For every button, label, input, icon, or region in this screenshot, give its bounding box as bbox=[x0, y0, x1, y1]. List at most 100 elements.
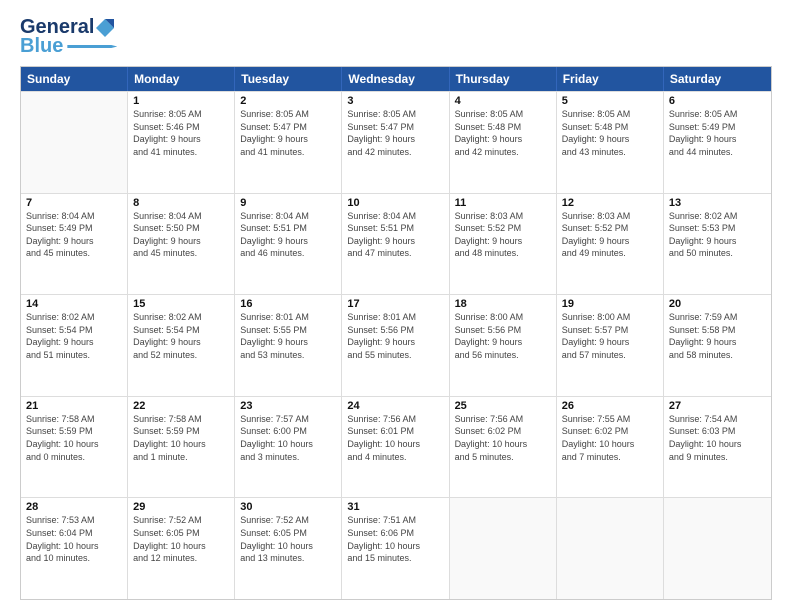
day-cell-10: 10Sunrise: 8:04 AM Sunset: 5:51 PM Dayli… bbox=[342, 194, 449, 295]
day-info: Sunrise: 8:04 AM Sunset: 5:49 PM Dayligh… bbox=[26, 210, 122, 260]
day-info: Sunrise: 8:04 AM Sunset: 5:51 PM Dayligh… bbox=[347, 210, 443, 260]
day-cell-20: 20Sunrise: 7:59 AM Sunset: 5:58 PM Dayli… bbox=[664, 295, 771, 396]
day-cell-31: 31Sunrise: 7:51 AM Sunset: 6:06 PM Dayli… bbox=[342, 498, 449, 599]
day-cell-15: 15Sunrise: 8:02 AM Sunset: 5:54 PM Dayli… bbox=[128, 295, 235, 396]
day-number: 20 bbox=[669, 298, 766, 310]
calendar-body: 1Sunrise: 8:05 AM Sunset: 5:46 PM Daylig… bbox=[21, 91, 771, 599]
day-number: 9 bbox=[240, 197, 336, 209]
day-cell-8: 8Sunrise: 8:04 AM Sunset: 5:50 PM Daylig… bbox=[128, 194, 235, 295]
day-number: 22 bbox=[133, 400, 229, 412]
header-cell-saturday: Saturday bbox=[664, 67, 771, 91]
calendar-row-3: 21Sunrise: 7:58 AM Sunset: 5:59 PM Dayli… bbox=[21, 396, 771, 498]
day-number: 4 bbox=[455, 95, 551, 107]
day-info: Sunrise: 8:04 AM Sunset: 5:50 PM Dayligh… bbox=[133, 210, 229, 260]
day-cell-14: 14Sunrise: 8:02 AM Sunset: 5:54 PM Dayli… bbox=[21, 295, 128, 396]
day-info: Sunrise: 7:56 AM Sunset: 6:02 PM Dayligh… bbox=[455, 413, 551, 463]
day-number: 8 bbox=[133, 197, 229, 209]
day-info: Sunrise: 7:51 AM Sunset: 6:06 PM Dayligh… bbox=[347, 514, 443, 564]
day-cell-21: 21Sunrise: 7:58 AM Sunset: 5:59 PM Dayli… bbox=[21, 397, 128, 498]
day-number: 3 bbox=[347, 95, 443, 107]
day-number: 28 bbox=[26, 501, 122, 513]
day-info: Sunrise: 8:02 AM Sunset: 5:53 PM Dayligh… bbox=[669, 210, 766, 260]
day-cell-empty-0-0 bbox=[21, 92, 128, 193]
day-info: Sunrise: 8:05 AM Sunset: 5:48 PM Dayligh… bbox=[562, 108, 658, 158]
calendar-header: SundayMondayTuesdayWednesdayThursdayFrid… bbox=[21, 67, 771, 91]
header-cell-wednesday: Wednesday bbox=[342, 67, 449, 91]
day-info: Sunrise: 7:52 AM Sunset: 6:05 PM Dayligh… bbox=[240, 514, 336, 564]
day-number: 19 bbox=[562, 298, 658, 310]
day-cell-2: 2Sunrise: 8:05 AM Sunset: 5:47 PM Daylig… bbox=[235, 92, 342, 193]
day-info: Sunrise: 8:05 AM Sunset: 5:47 PM Dayligh… bbox=[347, 108, 443, 158]
day-info: Sunrise: 7:56 AM Sunset: 6:01 PM Dayligh… bbox=[347, 413, 443, 463]
day-info: Sunrise: 8:00 AM Sunset: 5:57 PM Dayligh… bbox=[562, 311, 658, 361]
day-number: 24 bbox=[347, 400, 443, 412]
header-cell-tuesday: Tuesday bbox=[235, 67, 342, 91]
day-info: Sunrise: 8:03 AM Sunset: 5:52 PM Dayligh… bbox=[455, 210, 551, 260]
day-info: Sunrise: 7:54 AM Sunset: 6:03 PM Dayligh… bbox=[669, 413, 766, 463]
day-cell-24: 24Sunrise: 7:56 AM Sunset: 6:01 PM Dayli… bbox=[342, 397, 449, 498]
day-cell-29: 29Sunrise: 7:52 AM Sunset: 6:05 PM Dayli… bbox=[128, 498, 235, 599]
day-info: Sunrise: 8:02 AM Sunset: 5:54 PM Dayligh… bbox=[133, 311, 229, 361]
day-cell-empty-4-4 bbox=[450, 498, 557, 599]
day-cell-25: 25Sunrise: 7:56 AM Sunset: 6:02 PM Dayli… bbox=[450, 397, 557, 498]
day-cell-16: 16Sunrise: 8:01 AM Sunset: 5:55 PM Dayli… bbox=[235, 295, 342, 396]
day-cell-13: 13Sunrise: 8:02 AM Sunset: 5:53 PM Dayli… bbox=[664, 194, 771, 295]
day-number: 1 bbox=[133, 95, 229, 107]
day-info: Sunrise: 8:05 AM Sunset: 5:49 PM Dayligh… bbox=[669, 108, 766, 158]
logo: General Blue bbox=[20, 16, 117, 58]
day-cell-26: 26Sunrise: 7:55 AM Sunset: 6:02 PM Dayli… bbox=[557, 397, 664, 498]
logo-blue: Blue bbox=[20, 35, 63, 58]
day-cell-5: 5Sunrise: 8:05 AM Sunset: 5:48 PM Daylig… bbox=[557, 92, 664, 193]
day-info: Sunrise: 7:58 AM Sunset: 5:59 PM Dayligh… bbox=[133, 413, 229, 463]
day-number: 10 bbox=[347, 197, 443, 209]
day-number: 30 bbox=[240, 501, 336, 513]
day-number: 7 bbox=[26, 197, 122, 209]
day-cell-19: 19Sunrise: 8:00 AM Sunset: 5:57 PM Dayli… bbox=[557, 295, 664, 396]
day-info: Sunrise: 7:58 AM Sunset: 5:59 PM Dayligh… bbox=[26, 413, 122, 463]
day-info: Sunrise: 8:05 AM Sunset: 5:47 PM Dayligh… bbox=[240, 108, 336, 158]
day-cell-28: 28Sunrise: 7:53 AM Sunset: 6:04 PM Dayli… bbox=[21, 498, 128, 599]
day-number: 2 bbox=[240, 95, 336, 107]
day-number: 16 bbox=[240, 298, 336, 310]
day-number: 15 bbox=[133, 298, 229, 310]
calendar: SundayMondayTuesdayWednesdayThursdayFrid… bbox=[20, 66, 772, 600]
day-cell-18: 18Sunrise: 8:00 AM Sunset: 5:56 PM Dayli… bbox=[450, 295, 557, 396]
day-cell-3: 3Sunrise: 8:05 AM Sunset: 5:47 PM Daylig… bbox=[342, 92, 449, 193]
day-number: 11 bbox=[455, 197, 551, 209]
day-number: 14 bbox=[26, 298, 122, 310]
day-cell-12: 12Sunrise: 8:03 AM Sunset: 5:52 PM Dayli… bbox=[557, 194, 664, 295]
day-info: Sunrise: 7:52 AM Sunset: 6:05 PM Dayligh… bbox=[133, 514, 229, 564]
day-info: Sunrise: 8:01 AM Sunset: 5:55 PM Dayligh… bbox=[240, 311, 336, 361]
day-number: 18 bbox=[455, 298, 551, 310]
day-cell-1: 1Sunrise: 8:05 AM Sunset: 5:46 PM Daylig… bbox=[128, 92, 235, 193]
calendar-row-4: 28Sunrise: 7:53 AM Sunset: 6:04 PM Dayli… bbox=[21, 497, 771, 599]
day-cell-7: 7Sunrise: 8:04 AM Sunset: 5:49 PM Daylig… bbox=[21, 194, 128, 295]
day-number: 13 bbox=[669, 197, 766, 209]
day-info: Sunrise: 8:05 AM Sunset: 5:46 PM Dayligh… bbox=[133, 108, 229, 158]
day-info: Sunrise: 8:05 AM Sunset: 5:48 PM Dayligh… bbox=[455, 108, 551, 158]
day-number: 6 bbox=[669, 95, 766, 107]
calendar-row-2: 14 Sunrise: 8:02 AM Sunset: 5:54 PM Dayli… bbox=[21, 294, 771, 396]
day-cell-4: 4Sunrise: 8:05 AM Sunset: 5:48 PM Daylig… bbox=[450, 92, 557, 193]
day-info: Sunrise: 7:53 AM Sunset: 6:04 PM Dayligh… bbox=[26, 514, 122, 564]
day-info: Sunrise: 7:57 AM Sunset: 6:00 PM Dayligh… bbox=[240, 413, 336, 463]
header: General Blue bbox=[20, 16, 772, 58]
day-cell-22: 22Sunrise: 7:58 AM Sunset: 5:59 PM Dayli… bbox=[128, 397, 235, 498]
day-info: Sunrise: 8:04 AM Sunset: 5:51 PM Dayligh… bbox=[240, 210, 336, 260]
day-number: 27 bbox=[669, 400, 766, 412]
day-cell-23: 23Sunrise: 7:57 AM Sunset: 6:00 PM Dayli… bbox=[235, 397, 342, 498]
day-number: 21 bbox=[26, 400, 122, 412]
day-number: 17 bbox=[347, 298, 443, 310]
day-number: 31 bbox=[347, 501, 443, 513]
day-cell-empty-4-6 bbox=[664, 498, 771, 599]
day-info: Sunrise: 7:59 AM Sunset: 5:58 PM Dayligh… bbox=[669, 311, 766, 361]
day-cell-30: 30Sunrise: 7:52 AM Sunset: 6:05 PM Dayli… bbox=[235, 498, 342, 599]
calendar-row-1: 7Sunrise: 8:04 AM Sunset: 5:49 PM Daylig… bbox=[21, 193, 771, 295]
calendar-row-0: 1Sunrise: 8:05 AM Sunset: 5:46 PM Daylig… bbox=[21, 91, 771, 193]
day-number: 25 bbox=[455, 400, 551, 412]
day-info: Sunrise: 8:00 AM Sunset: 5:56 PM Dayligh… bbox=[455, 311, 551, 361]
page: General Blue SundayMondayTuesdayWednesda… bbox=[0, 0, 792, 612]
header-cell-monday: Monday bbox=[128, 67, 235, 91]
header-cell-thursday: Thursday bbox=[450, 67, 557, 91]
header-cell-sunday: Sunday bbox=[21, 67, 128, 91]
